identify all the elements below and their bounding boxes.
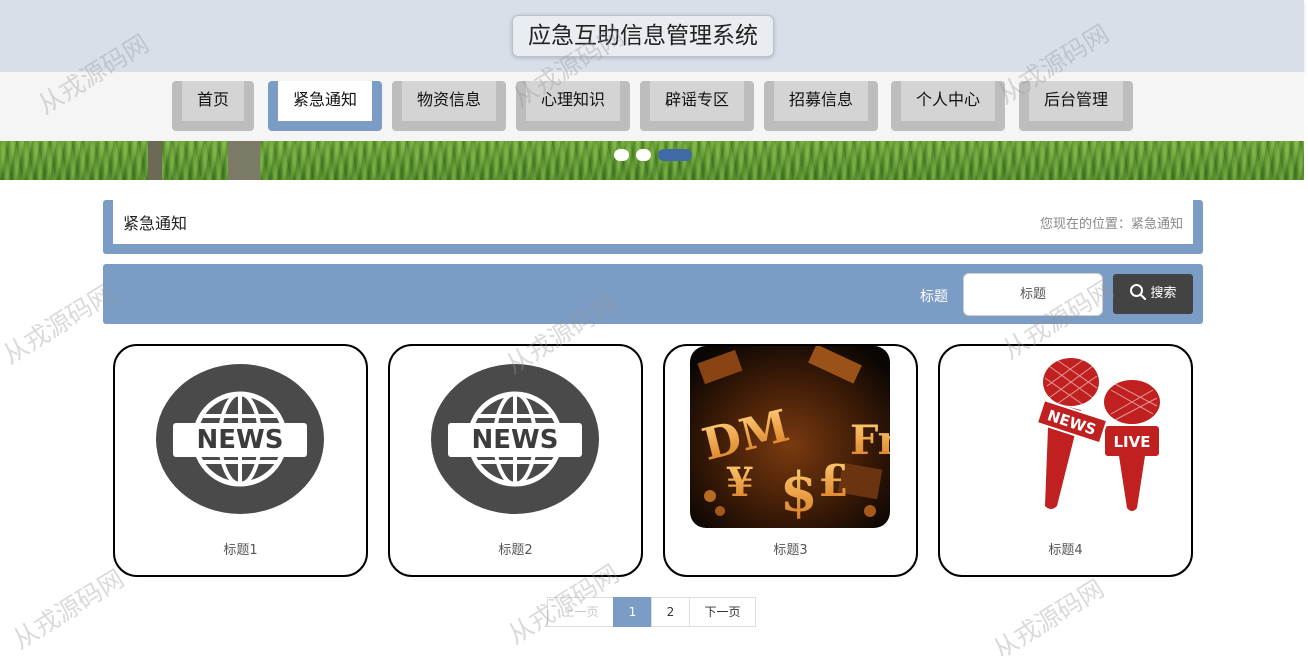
nav-item-home[interactable]: 首页 — [172, 81, 254, 131]
search-input[interactable] — [963, 273, 1103, 316]
carousel-indicators — [611, 149, 695, 163]
svg-text:£: £ — [818, 456, 849, 507]
nav-item-label: 紧急通知 — [278, 81, 372, 121]
nav-item-psychology[interactable]: 心理知识 — [516, 81, 630, 131]
next-page-button[interactable]: 下一页 — [689, 597, 756, 627]
banner-carousel — [0, 141, 1304, 180]
nav-item-label: 物资信息 — [402, 81, 496, 121]
nav-item-emergency-notice[interactable]: 紧急通知 — [268, 81, 382, 131]
card-caption: 标题2 — [498, 543, 533, 558]
watermark: 从戎源码网 — [7, 563, 129, 655]
search-button[interactable]: 搜索 — [1113, 274, 1193, 314]
card-caption: 标题3 — [773, 543, 808, 558]
nav-item-label: 辟谣专区 — [650, 81, 744, 121]
svg-text:Fr: Fr — [850, 417, 890, 464]
breadcrumb-current: 紧急通知 — [1130, 217, 1183, 232]
carousel-dot-active[interactable] — [658, 149, 692, 161]
nav-item-personal-center[interactable]: 个人中心 — [891, 81, 1005, 131]
card-caption: 标题4 — [1048, 543, 1083, 558]
svg-text:NEWS: NEWS — [197, 425, 284, 455]
svg-text:$: $ — [780, 460, 818, 524]
news-live-microphones-icon: NEWS LIVE — [1035, 358, 1160, 511]
svg-text:¥: ¥ — [726, 459, 754, 506]
banner-decoration — [228, 141, 260, 180]
nav-item-label: 心理知识 — [526, 81, 620, 121]
carousel-dot[interactable] — [614, 149, 629, 161]
nav-item-label: 首页 — [182, 81, 244, 121]
breadcrumb-label: 您现在的位置： — [1039, 217, 1131, 232]
news-card[interactable]: NEWS 标题2 — [388, 344, 643, 577]
news-globe-icon: NEWS — [431, 364, 599, 514]
section-title: 紧急通知 — [123, 214, 188, 233]
carousel-dot[interactable] — [636, 149, 651, 161]
svg-text:LIVE: LIVE — [1114, 433, 1151, 451]
pagination: 上一页 1 2 下一页 — [547, 597, 756, 627]
card-caption: 标题1 — [223, 543, 258, 558]
nav-item-admin[interactable]: 后台管理 — [1019, 81, 1133, 131]
search-button-label: 搜索 — [1150, 286, 1177, 301]
page-button-2[interactable]: 2 — [651, 597, 690, 627]
search-label: 标题 — [920, 289, 948, 305]
nav-item-label: 后台管理 — [1029, 81, 1123, 121]
section-header-inner: 紧急通知 您现在的位置：紧急通知 — [113, 200, 1193, 244]
nav-item-label: 个人中心 — [901, 81, 995, 121]
search-icon — [1130, 284, 1147, 301]
nav-item-supplies[interactable]: 物资信息 — [392, 81, 506, 131]
main-nav: 首页 紧急通知 物资信息 心理知识 辟谣专区 招募信息 个人中心 后台管理 — [0, 72, 1304, 141]
prev-page-button[interactable]: 上一页 — [547, 597, 614, 627]
section-header: 紧急通知 您现在的位置：紧急通知 — [103, 200, 1203, 254]
currency-symbols-photo: DM ¥ $ £ Fr — [690, 346, 890, 528]
top-header: 应急互助信息管理系统 — [0, 0, 1304, 72]
svg-text:NEWS: NEWS — [472, 425, 559, 455]
nav-item-label: 招募信息 — [774, 81, 868, 121]
news-card[interactable]: NEWS LIVE 标题4 — [938, 344, 1193, 577]
banner-decoration — [148, 141, 162, 180]
page-button-1[interactable]: 1 — [613, 597, 652, 627]
news-card[interactable]: NEWS 标题1 — [113, 344, 368, 577]
site-title: 应急互助信息管理系统 — [512, 15, 774, 57]
watermark: 从戎源码网 — [987, 573, 1109, 656]
news-card[interactable]: DM ¥ $ £ Fr 标题3 — [663, 344, 918, 577]
nav-item-recruitment[interactable]: 招募信息 — [764, 81, 878, 131]
search-bar: 标题 搜索 — [103, 264, 1203, 324]
breadcrumb: 您现在的位置：紧急通知 — [1040, 213, 1183, 232]
news-globe-icon: NEWS — [156, 364, 324, 514]
nav-item-rumor-refute[interactable]: 辟谣专区 — [640, 81, 754, 131]
